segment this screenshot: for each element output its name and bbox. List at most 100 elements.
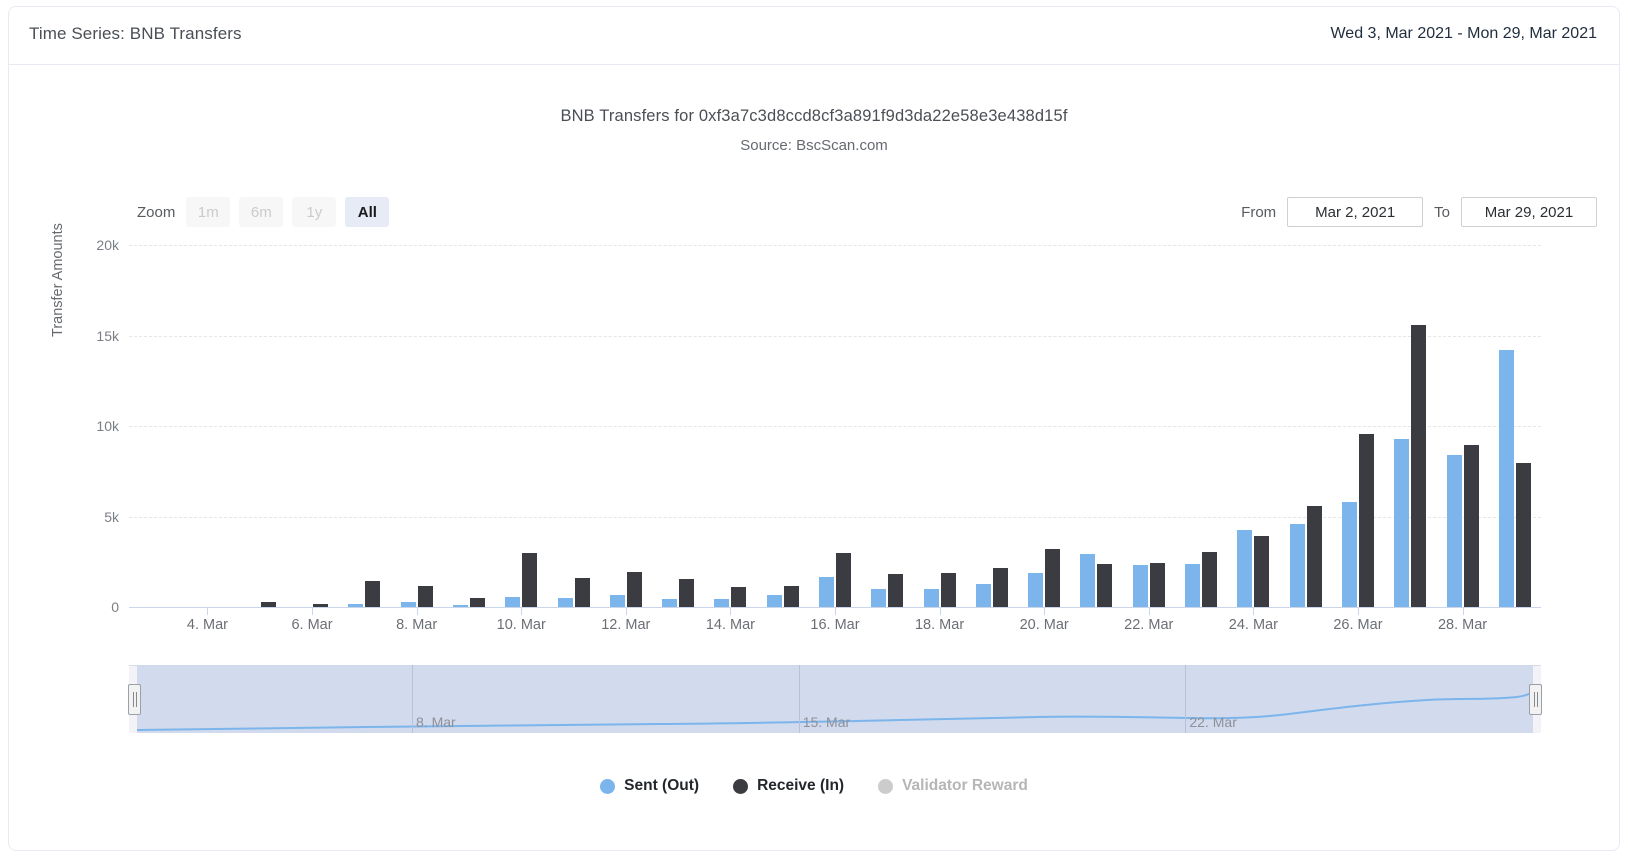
bar-recv[interactable] (260, 601, 276, 607)
to-date-input[interactable]: Mar 29, 2021 (1461, 197, 1597, 227)
bar-sent[interactable] (714, 598, 730, 607)
x-axis-tick-mark (312, 607, 314, 615)
legend-item[interactable]: Sent (Out) (600, 777, 699, 795)
bar-sent[interactable] (1498, 349, 1514, 607)
page-root: Time Series: BNB Transfers Wed 3, Mar 20… (0, 0, 1628, 865)
bar-group[interactable] (1489, 245, 1541, 607)
y-axis-tick-label: 10k (96, 418, 119, 434)
bar-sent[interactable] (1289, 523, 1305, 607)
bar-group[interactable] (1018, 245, 1070, 607)
bar-group[interactable] (1070, 245, 1122, 607)
legend-label: Receive (In) (757, 777, 845, 794)
bar-sent[interactable] (609, 594, 625, 607)
x-axis-tick-label: 20. Mar (1019, 617, 1069, 633)
chart-subtitle: Source: BscScan.com (740, 137, 888, 154)
bar-sent[interactable] (1132, 565, 1148, 607)
bar-recv[interactable] (469, 598, 485, 607)
navigator[interactable]: 8. Mar 15. Mar 22. Mar (128, 665, 1542, 733)
bar-sent[interactable] (557, 597, 573, 607)
bar-group[interactable] (1227, 245, 1279, 607)
bar-sent[interactable] (662, 598, 678, 607)
bar-sent[interactable] (1237, 530, 1253, 607)
legend-item[interactable]: Validator Reward (878, 777, 1028, 795)
bar-recv[interactable] (1306, 505, 1322, 607)
bar-group[interactable] (652, 245, 704, 607)
bar-group[interactable] (913, 245, 965, 607)
zoom-button-6m[interactable]: 6m (239, 197, 284, 227)
navigator-handle-right[interactable] (1529, 684, 1542, 715)
from-label: From (1241, 203, 1277, 221)
bar-sent[interactable] (1341, 502, 1357, 607)
bar-recv[interactable] (731, 587, 747, 607)
bar-group[interactable] (861, 245, 913, 607)
bar-recv[interactable] (1202, 551, 1218, 607)
bar-recv[interactable] (1515, 463, 1531, 607)
bar-recv[interactable] (992, 568, 1008, 607)
bar-sent[interactable] (1028, 572, 1044, 607)
bar-recv[interactable] (783, 586, 799, 607)
bar-sent[interactable] (400, 601, 416, 607)
bar-sent[interactable] (452, 604, 468, 607)
bar-recv[interactable] (1097, 563, 1113, 607)
x-axis-tick-mark (835, 607, 836, 615)
bar-recv[interactable] (835, 552, 851, 607)
bar-group[interactable] (809, 245, 861, 607)
from-date-input[interactable]: Mar 2, 2021 (1287, 197, 1424, 227)
page-title: Time Series: BNB Transfers (29, 24, 242, 43)
bar-recv[interactable] (679, 578, 695, 607)
bar-group[interactable] (443, 245, 495, 607)
bar-group[interactable] (1332, 245, 1384, 607)
bar-recv[interactable] (626, 571, 642, 607)
bar-recv[interactable] (1045, 549, 1061, 607)
bar-group[interactable] (547, 245, 599, 607)
legend-item[interactable]: Receive (In) (733, 777, 844, 795)
bar-group[interactable] (1123, 245, 1175, 607)
x-axis-tick-mark (1148, 607, 1150, 615)
bar-recv[interactable] (1411, 324, 1427, 607)
bar-recv[interactable] (1358, 434, 1374, 607)
bar-sent[interactable] (1446, 454, 1462, 607)
bar-sent[interactable] (348, 603, 364, 607)
bar-sent[interactable] (923, 588, 939, 607)
bar-group[interactable] (704, 245, 756, 607)
grip-line-icon (1533, 692, 1535, 707)
bar-group[interactable] (181, 245, 233, 607)
bar-recv[interactable] (522, 552, 538, 607)
bar-group[interactable] (966, 245, 1018, 607)
bar-recv[interactable] (1149, 562, 1165, 607)
bar-group[interactable] (286, 245, 338, 607)
bar-sent[interactable] (1080, 553, 1096, 607)
bar-group[interactable] (495, 245, 547, 607)
x-axis-tick-label: 6. Mar (291, 617, 333, 633)
bar-sent[interactable] (818, 577, 834, 607)
bar-group[interactable] (234, 245, 286, 607)
bar-sent[interactable] (505, 596, 521, 607)
bar-recv[interactable] (940, 572, 956, 607)
bar-group[interactable] (1280, 245, 1332, 607)
navigator-tick-label: 8. Mar (416, 714, 456, 730)
bar-sent[interactable] (1185, 564, 1201, 607)
bar-recv[interactable] (313, 603, 329, 607)
bar-sent[interactable] (1394, 438, 1410, 607)
bar-recv[interactable] (365, 580, 381, 607)
bar-group[interactable] (390, 245, 442, 607)
bar-sent[interactable] (766, 595, 782, 607)
bar-recv[interactable] (1254, 535, 1270, 607)
zoom-button-1y[interactable]: 1y (292, 197, 337, 227)
bar-group[interactable] (600, 245, 652, 607)
navigator-handle-left[interactable] (128, 684, 141, 715)
bar-group[interactable] (1436, 245, 1488, 607)
bar-group[interactable] (1175, 245, 1227, 607)
zoom-button-1m[interactable]: 1m (186, 197, 231, 227)
bar-group[interactable] (1384, 245, 1436, 607)
bar-group[interactable] (338, 245, 390, 607)
bar-recv[interactable] (888, 574, 904, 607)
bar-recv[interactable] (417, 586, 433, 607)
bar-sent[interactable] (871, 588, 887, 607)
bar-sent[interactable] (975, 584, 991, 607)
bar-group[interactable] (129, 245, 181, 607)
bar-recv[interactable] (1463, 445, 1479, 607)
zoom-button-all[interactable]: All (345, 197, 390, 227)
bar-group[interactable] (757, 245, 809, 607)
bar-recv[interactable] (574, 578, 590, 607)
